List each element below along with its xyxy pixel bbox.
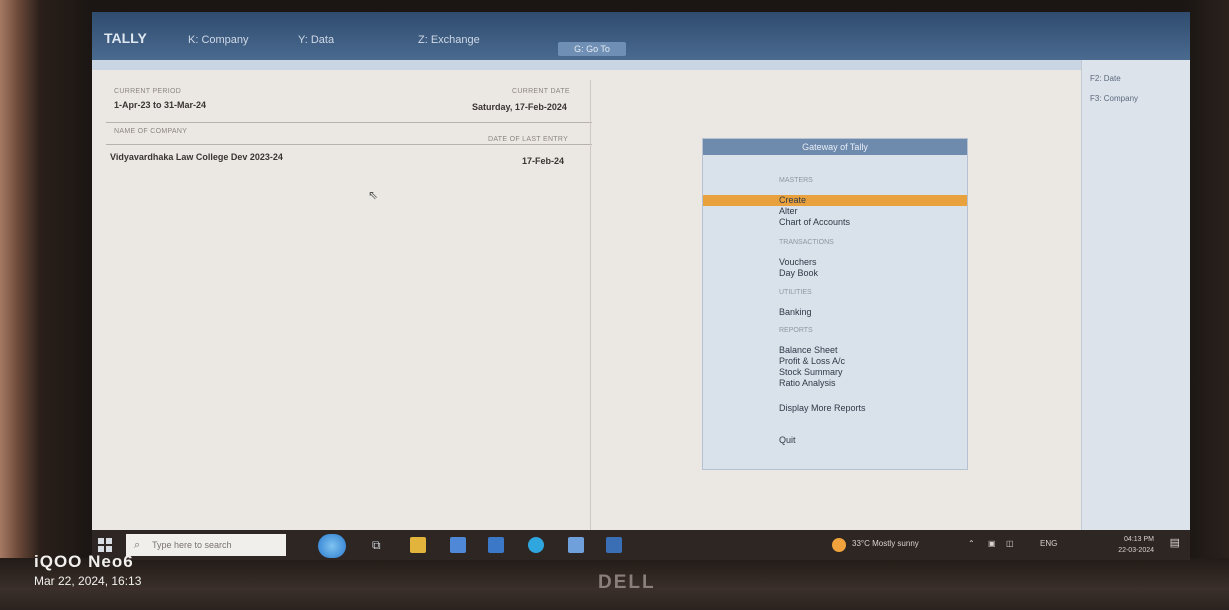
menu-item-banking[interactable]: Banking [779,307,812,317]
taskbar-search-input[interactable]: ⌕ Type here to search [126,534,286,556]
menu-item-create[interactable]: Create [779,195,806,205]
menu-data[interactable]: Y: Data [298,34,334,46]
search-placeholder: Type here to search [152,540,232,550]
divider [106,122,592,123]
company-panel: CURRENT PERIOD 1-Apr-23 to 31-Mar-24 CUR… [102,80,592,550]
menu-company[interactable]: K: Company [188,34,249,46]
clock-date: 22-03-2024 [1118,547,1154,554]
menu-item-vouchers[interactable]: Vouchers [779,257,817,267]
section-transactions: TRANSACTIONS [779,239,834,246]
taskbar: ⌕ Type here to search ⧉ 33°C Mostly sunn… [92,530,1190,560]
sun-icon [832,538,846,552]
menu-item-display-more-reports[interactable]: Display More Reports [779,403,866,413]
info-bar [92,60,1190,70]
watermark-brand: iQOO Neo6 [34,552,134,571]
screen: TALLY K: Company Y: Data Z: Exchange G: … [92,12,1190,560]
menu-item-chart-of-accounts[interactable]: Chart of Accounts [779,217,850,227]
watermark-datetime: Mar 22, 2024, 16:13 [34,574,142,588]
menu-item-ratio-analysis[interactable]: Ratio Analysis [779,378,836,388]
monitor-bezel-right [1184,0,1229,610]
monitor-bezel-left [0,0,90,610]
section-reports: REPORTS [779,327,813,334]
app-icon[interactable] [568,537,584,553]
section-masters: MASTERS [779,177,813,184]
windows-start-icon[interactable] [98,538,112,552]
mail-icon[interactable] [488,537,504,553]
language-indicator[interactable]: ENG [1040,539,1057,548]
menu-item-alter[interactable]: Alter [779,206,798,216]
current-date: Saturday, 17-Feb-2024 [472,102,567,112]
task-view-icon[interactable]: ⧉ [372,537,388,553]
notification-icon[interactable]: ▤ [1170,536,1180,549]
taskbar-clock[interactable]: 04:13 PM 22-03-2024 [1118,534,1154,556]
camera-watermark: iQOO Neo6 Mar 22, 2024, 16:13 [34,552,141,588]
weather-widget-icon[interactable] [318,534,346,558]
mouse-cursor-icon: ⇖ [368,188,379,202]
company-name-label: NAME OF COMPANY [114,128,188,135]
current-period-label: CURRENT PERIOD [114,88,182,95]
menu-item-stock-summary[interactable]: Stock Summary [779,367,843,377]
last-entry-label: DATE OF LAST ENTRY [488,136,569,143]
current-date-label: CURRENT DATE [512,88,570,95]
menu-goto[interactable]: G: Go To [558,42,626,56]
last-entry-date: 17-Feb-24 [522,156,565,166]
gateway-menu: Gateway of Tally MASTERS Create Alter Ch… [702,138,968,470]
network-icon[interactable]: ▣ [988,539,996,548]
button-f3-company[interactable]: F3: Company [1090,94,1138,103]
current-period: 1-Apr-23 to 31-Mar-24 [114,100,207,110]
edge-browser-icon[interactable] [528,537,544,553]
clock-time: 04:13 PM [1124,536,1154,543]
menu-item-quit[interactable]: Quit [779,435,796,445]
divider [106,144,592,145]
company-name[interactable]: Vidyavardhaka Law College Dev 2023-24 [110,152,283,162]
section-utilities: UTILITIES [779,289,812,296]
calculator-icon[interactable] [450,537,466,553]
panel-divider [590,80,591,550]
menu-item-profit-loss[interactable]: Profit & Loss A/c [779,356,845,366]
gateway-title: Gateway of Tally [703,139,967,155]
selection-highlight [703,195,967,206]
tray-overflow-icon[interactable]: ⌃ [968,539,975,548]
app-logo: TALLY [104,30,147,46]
volume-icon[interactable]: ◫ [1006,539,1014,548]
right-button-bar: F2: Date F3: Company [1081,60,1190,560]
app-titlebar: TALLY K: Company Y: Data Z: Exchange G: … [92,12,1190,60]
button-f2-date[interactable]: F2: Date [1090,74,1121,83]
menu-item-balance-sheet[interactable]: Balance Sheet [779,345,838,355]
menu-item-day-book[interactable]: Day Book [779,268,818,278]
menu-exchange[interactable]: Z: Exchange [418,34,480,46]
weather-text[interactable]: 33°C Mostly sunny [852,539,919,548]
file-explorer-icon[interactable] [410,537,426,553]
monitor-logo: DELL [598,572,656,593]
tally-app-icon[interactable] [606,537,622,553]
